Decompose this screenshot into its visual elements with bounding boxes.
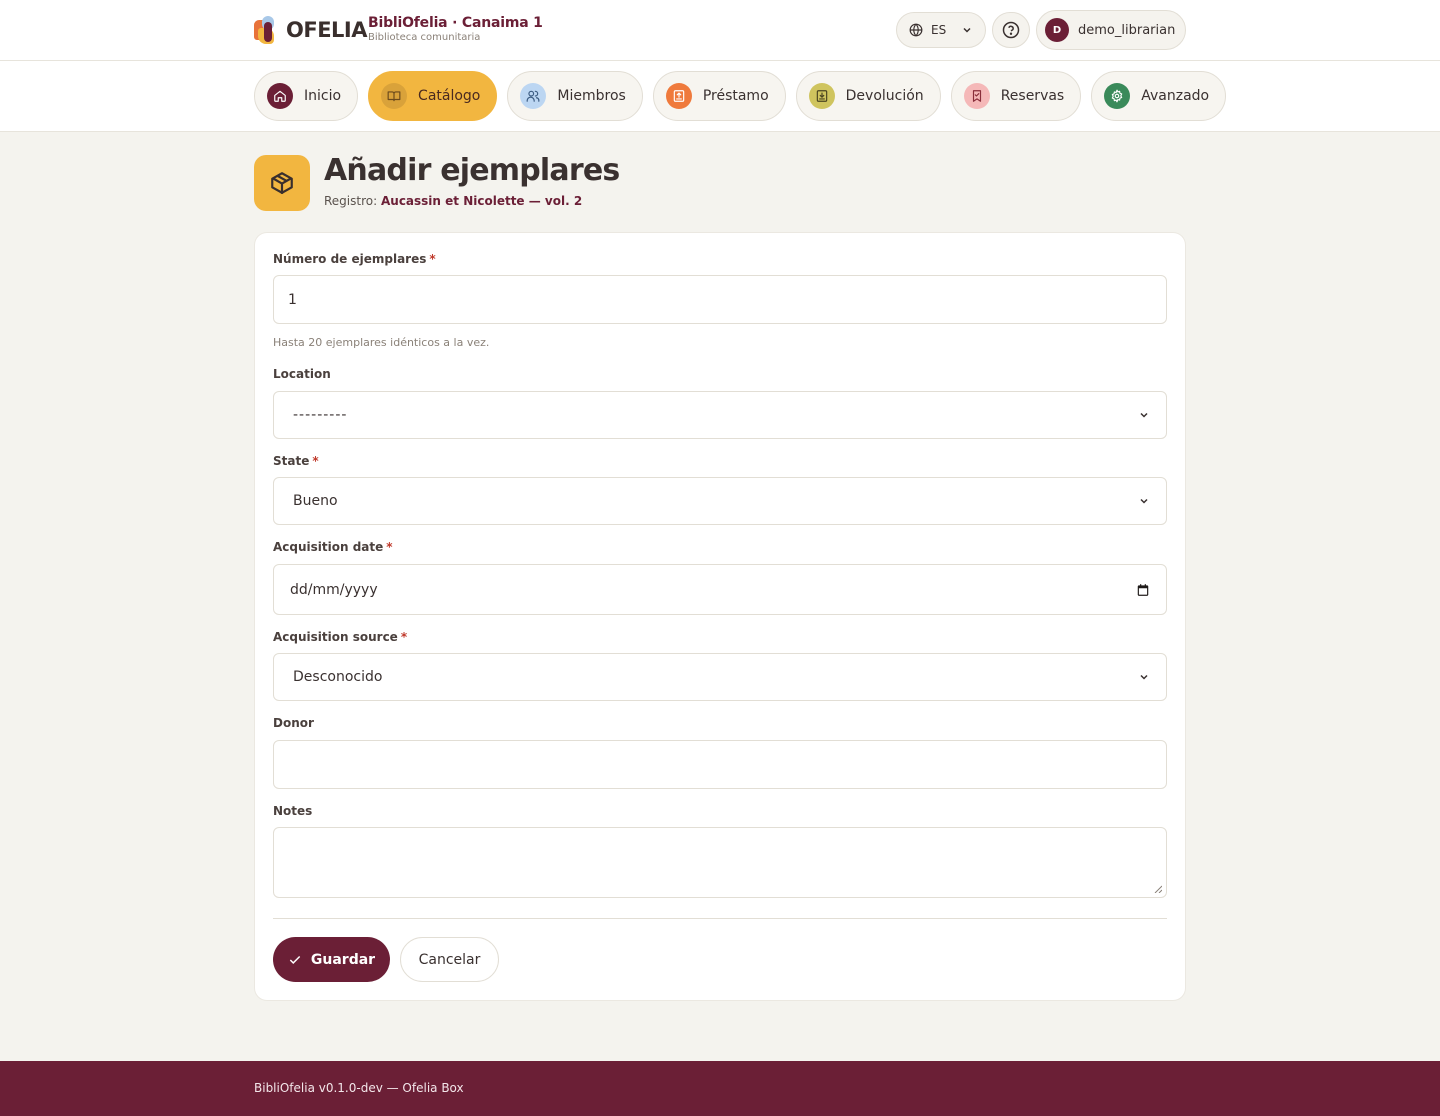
upload-box-icon	[665, 83, 692, 109]
resize-handle-icon[interactable]	[1154, 885, 1162, 893]
donor-label: Donor	[273, 716, 314, 730]
state-label: State *	[273, 454, 319, 468]
download-box-icon	[808, 83, 835, 109]
page-title: Añadir ejemplares	[324, 153, 620, 188]
nav-tab-label: Inicio	[304, 88, 342, 104]
chevron-down-icon	[1140, 674, 1148, 680]
library-title: BibliOfelia · Canaima 1	[368, 15, 543, 31]
library-brand: BibliOfelia · Canaima 1 Biblioteca comun…	[368, 15, 543, 43]
acquisition-source-label: Acquisition source *	[273, 630, 408, 644]
notes-label: Notes	[273, 804, 313, 818]
add-copies-form: Número de ejemplares * 1 Hasta 20 ejempla…	[255, 233, 1185, 1000]
save-button[interactable]: Guardar	[273, 937, 390, 982]
home-icon	[267, 83, 293, 109]
location-label: Location	[273, 367, 331, 381]
logo-wordmark: OFELIA	[286, 18, 368, 42]
nav-tab-label: Préstamo	[702, 88, 769, 104]
package-icon	[271, 172, 293, 194]
nav-tab-avanzado[interactable]: Avanzado	[1091, 71, 1227, 121]
record-prefix: Registro:	[324, 194, 378, 208]
nav-tab-label: Avanzado	[1141, 88, 1210, 104]
language-selector[interactable]: ES	[896, 12, 986, 48]
nav-tab-prestamo[interactable]: Préstamo	[652, 71, 786, 121]
location-select[interactable]: ---------	[273, 391, 1167, 439]
acquisition-date-label: Acquisition date *	[273, 540, 393, 554]
page-header-badge	[254, 155, 310, 211]
save-button-label: Guardar	[310, 951, 376, 968]
calendar-icon[interactable]	[1136, 583, 1150, 597]
nav-tab-label: Reservas	[1000, 88, 1065, 104]
main-nav: Inicio Catálogo Miembros Préstamo Devolución…	[254, 71, 1227, 121]
globe-icon	[909, 23, 923, 37]
cancel-button-label: Cancelar	[418, 951, 481, 968]
footer-text: BibliOfelia v0.1.0-dev — Ofelia Box	[254, 1081, 464, 1095]
nav-tab-miembros[interactable]: Miembros	[507, 71, 643, 121]
language-value: ES	[931, 23, 947, 37]
nav-tab-label: Catálogo	[418, 88, 481, 104]
acquisition-source-select[interactable]: Desconocido	[273, 653, 1167, 701]
avatar: D	[1045, 18, 1069, 42]
bookmark-icon	[963, 83, 990, 109]
donor-input[interactable]	[273, 740, 1167, 789]
chevron-down-icon	[1140, 498, 1148, 504]
ofelia-logo[interactable]: OFELIA	[254, 14, 368, 46]
users-icon	[520, 83, 547, 109]
copies-help-text: Hasta 20 ejemplares idénticos a la vez.	[273, 336, 490, 349]
help-circle-icon	[1002, 21, 1020, 39]
form-divider	[273, 918, 1167, 919]
state-select[interactable]: Bueno	[273, 477, 1167, 525]
main-nav-bar: Inicio Catálogo Miembros Préstamo Devolución…	[0, 61, 1440, 132]
check-icon	[289, 955, 301, 964]
page-header: Añadir ejemplares Registro: Aucassin et …	[254, 153, 620, 211]
acquisition-date-input[interactable]: dd/mm/yyyy	[273, 564, 1167, 615]
nav-tab-inicio[interactable]: Inicio	[254, 71, 359, 121]
nav-tab-label: Miembros	[557, 88, 626, 104]
record-reference: Registro: Aucassin et Nicolette — vol. 2	[324, 194, 619, 208]
notes-textarea[interactable]	[273, 827, 1167, 898]
library-subtitle: Biblioteca comunitaria	[368, 32, 481, 43]
nav-tab-catalogo[interactable]: Catálogo	[368, 71, 498, 121]
username: demo_librarian	[1078, 22, 1176, 38]
gear-icon	[1104, 83, 1131, 109]
chevron-down-icon	[963, 27, 971, 33]
help-button[interactable]	[992, 12, 1030, 48]
record-link[interactable]: Aucassin et Nicolette — vol. 2	[381, 194, 582, 208]
cancel-button[interactable]: Cancelar	[400, 937, 499, 982]
nav-tab-reservas[interactable]: Reservas	[950, 71, 1082, 121]
top-bar: OFELIA BibliOfelia · Canaima 1 Bibliotec…	[0, 0, 1440, 61]
footer: BibliOfelia v0.1.0-dev — Ofelia Box	[0, 1061, 1440, 1116]
user-menu[interactable]: D demo_librarian	[1036, 10, 1186, 50]
nav-tab-devolucion[interactable]: Devolución	[795, 71, 941, 121]
book-icon	[381, 83, 408, 109]
copies-input[interactable]: 1	[273, 275, 1167, 324]
logo-mark-icon	[254, 14, 284, 46]
copies-label: Número de ejemplares *	[273, 252, 436, 266]
nav-tab-label: Devolución	[845, 88, 924, 104]
chevron-down-icon	[1140, 412, 1148, 418]
